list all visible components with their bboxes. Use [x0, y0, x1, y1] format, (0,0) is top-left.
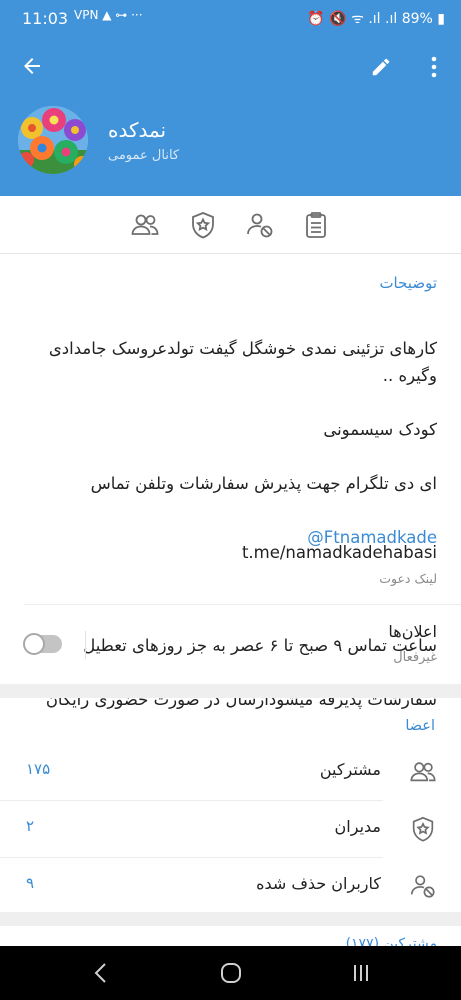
notifications-title[interactable]: اعلان‌ها: [388, 622, 437, 641]
section-gap: [0, 684, 461, 698]
status-right-icons: ⏰ 🔇 ᯤ .ıl .ıl 89% ▮: [307, 9, 445, 28]
notifications-toggle[interactable]: [23, 633, 62, 655]
channel-header: نمدکده کانال عمومی: [0, 36, 461, 196]
description-line: ای دی تلگرام جهت پذیرش سفارشات وتلفن تما…: [90, 474, 437, 493]
subscribers-row[interactable]: ۱۷۵ مشترکین: [0, 744, 461, 801]
channel-type: کانال عمومی: [108, 148, 180, 163]
description-title: توضیحات: [379, 274, 437, 292]
members-icon[interactable]: [130, 210, 160, 240]
battery-level: 89%: [401, 11, 433, 27]
removed-users-label: کاربران حذف شده: [256, 874, 381, 893]
subscribers-count: ۱۷۵: [26, 760, 51, 778]
recent-actions-icon[interactable]: [301, 210, 331, 240]
admins-row[interactable]: ۲ مدیران: [0, 801, 461, 858]
notifications-state: غیرفعال: [393, 650, 437, 665]
description-blank-line: [26, 578, 437, 605]
channel-name: نمدکده: [108, 118, 167, 142]
channel-description: کارهای تزئینی نمدی خوشگل گیفت تولدعروسک …: [26, 308, 437, 740]
members-section-title: اعضا: [405, 718, 435, 734]
admins-icon[interactable]: [188, 210, 218, 240]
subscribers-list-header: مشترکین (۱۷۷): [345, 936, 437, 946]
admin-shield-icon: [412, 816, 434, 842]
subscribers-label: مشترکین: [319, 760, 381, 779]
admins-count: ۲: [26, 817, 35, 835]
blocked-icon[interactable]: [245, 210, 275, 240]
home-nav-icon[interactable]: [216, 959, 246, 987]
status-time: 11:03: [22, 9, 69, 28]
removed-user-icon: [410, 875, 435, 898]
system-navigation-bar: [0, 946, 461, 1000]
toggle-knob: [23, 633, 45, 655]
channel-actions: [0, 196, 461, 254]
description-line: ساعت تماس ۹ صبح تا ۶ عصر به جز روزهای تع…: [83, 636, 437, 655]
arrow-left-icon[interactable]: [20, 54, 44, 78]
felt-flowers-image: [18, 106, 88, 174]
removed-users-count: ۹: [26, 874, 35, 892]
battery-icon: ▮: [437, 11, 445, 27]
more-vertical-icon[interactable]: [424, 54, 444, 80]
toggle-separator: [85, 631, 86, 659]
description-line: کارهای تزئینی نمدی خوشگل گیفت تولدعروسک …: [48, 339, 437, 385]
status-system-icons: ⏰ 🔇 ᯤ .ıl .ıl: [307, 11, 398, 27]
next-section-peek: مشترکین (۱۷۷): [0, 926, 461, 946]
admins-label: مدیران: [334, 817, 381, 836]
users-icon: [410, 762, 436, 782]
recents-nav-icon[interactable]: [346, 959, 376, 987]
invite-link-label: لینک دعوت: [379, 571, 437, 586]
divider: [24, 604, 461, 605]
description-line: کودک سیسمونی: [323, 420, 437, 439]
back-nav-icon[interactable]: [86, 959, 116, 987]
channel-avatar[interactable]: [18, 106, 88, 174]
pencil-icon[interactable]: [370, 56, 392, 78]
removed-users-row[interactable]: ۹ کاربران حذف شده: [0, 858, 461, 915]
status-left-icons: VPN ▲ ⊶ ···: [74, 8, 143, 22]
invite-link[interactable]: t.me/namadkadehabasi: [242, 543, 437, 562]
section-gap: [0, 912, 461, 926]
status-bar: 11:03 VPN ▲ ⊶ ··· ⏰ 🔇 ᯤ .ıl .ıl 89% ▮: [0, 0, 461, 36]
